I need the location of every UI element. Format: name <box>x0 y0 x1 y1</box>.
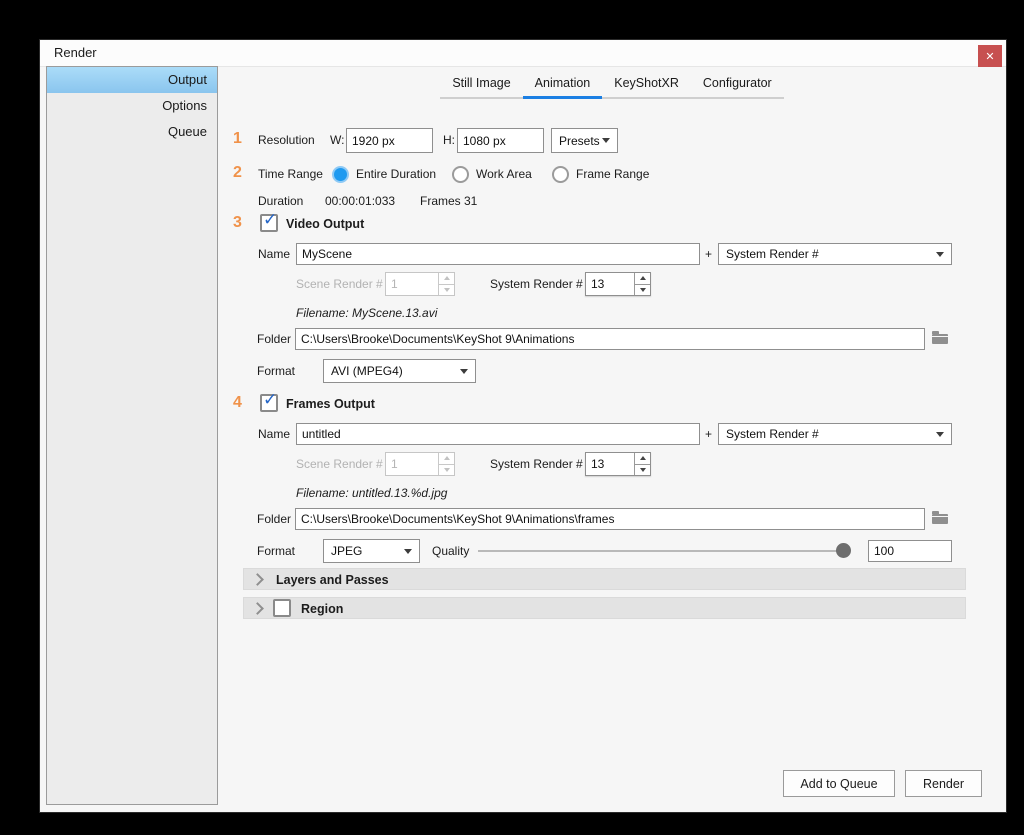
frames-scene-render-spinner <box>385 452 455 476</box>
chevron-down-icon <box>602 138 610 143</box>
step-number-1: 1 <box>233 128 242 150</box>
frames-name-input[interactable] <box>296 423 700 445</box>
layers-and-passes-section[interactable]: Layers and Passes <box>243 568 966 590</box>
video-folder-input[interactable] <box>295 328 925 350</box>
close-button[interactable]: ✕ <box>978 45 1002 67</box>
quality-slider-track[interactable] <box>478 550 848 552</box>
region-label: Region <box>301 598 343 620</box>
video-browse-folder-button[interactable] <box>931 329 951 347</box>
video-folder-label: Folder <box>257 328 291 350</box>
radio-work-area-label[interactable]: Work Area <box>476 163 532 185</box>
frames-value: 31 <box>464 190 477 212</box>
width-input[interactable] <box>346 128 433 153</box>
radio-frame-range-label[interactable]: Frame Range <box>576 163 649 185</box>
chevron-right-icon <box>251 602 264 615</box>
sidebar: Output Options Queue <box>46 66 218 805</box>
tab-configurator[interactable]: Configurator <box>691 76 784 97</box>
frames-folder-label: Folder <box>257 508 291 530</box>
chevron-down-icon <box>936 252 944 257</box>
spin-down-icon[interactable] <box>635 465 650 476</box>
chevron-right-icon <box>251 573 264 586</box>
frames-system-render-label: System Render # <box>490 453 583 475</box>
radio-entire-duration-label[interactable]: Entire Duration <box>356 163 436 185</box>
add-to-queue-button[interactable]: Add to Queue <box>783 770 895 797</box>
quality-slider-handle[interactable] <box>836 543 851 558</box>
tab-still-image[interactable]: Still Image <box>440 76 522 97</box>
frames-plus-label: + <box>705 423 712 445</box>
layers-and-passes-label: Layers and Passes <box>276 569 389 591</box>
frames-suffix-dropdown[interactable]: System Render # <box>718 423 952 445</box>
chevron-down-icon <box>460 369 468 374</box>
window-title: Render <box>54 40 97 66</box>
video-name-label: Name <box>258 243 290 265</box>
spin-down-icon[interactable] <box>635 285 650 296</box>
duration-label: Duration <box>258 190 303 212</box>
frames-folder-input[interactable] <box>295 508 925 530</box>
spin-up-icon <box>439 453 454 465</box>
sidebar-item-options[interactable]: Options <box>47 93 217 119</box>
video-suffix-dropdown[interactable]: System Render # <box>718 243 952 265</box>
tab-keyshotxr[interactable]: KeyShotXR <box>602 76 691 97</box>
tab-bar: Still Image Animation KeyShotXR Configur… <box>218 76 1006 99</box>
video-plus-label: + <box>705 243 712 265</box>
video-format-dropdown[interactable]: AVI (MPEG4) <box>323 359 476 383</box>
radio-entire-duration[interactable] <box>332 166 349 183</box>
render-button[interactable]: Render <box>905 770 982 797</box>
frames-filename-preview: Filename: untitled.13.%d.jpg <box>296 482 447 504</box>
radio-frame-range[interactable] <box>552 166 569 183</box>
title-bar: Render ✕ <box>40 40 1006 67</box>
video-output-title: Video Output <box>286 213 364 235</box>
close-icon: ✕ <box>985 50 994 63</box>
frames-browse-folder-button[interactable] <box>931 509 951 527</box>
region-section[interactable]: Region <box>243 597 966 619</box>
height-label: H: <box>443 129 455 151</box>
folder-icon <box>932 514 948 524</box>
spin-up-icon <box>439 273 454 285</box>
step-number-4: 4 <box>233 392 242 414</box>
sidebar-item-output[interactable]: Output <box>47 67 217 93</box>
video-filename-preview: Filename: MyScene.13.avi <box>296 302 437 324</box>
video-system-render-spinner[interactable] <box>585 272 651 296</box>
video-output-checkbox[interactable] <box>260 214 278 232</box>
frames-output-checkbox[interactable] <box>260 394 278 412</box>
video-format-label: Format <box>257 360 295 382</box>
width-label: W: <box>330 129 344 151</box>
spin-down-icon <box>439 465 454 476</box>
region-checkbox[interactable] <box>273 599 291 617</box>
video-name-input[interactable] <box>296 243 700 265</box>
video-scene-render-spinner <box>385 272 455 296</box>
frames-name-label: Name <box>258 423 290 445</box>
render-dialog: Render ✕ Output Options Queue Still Imag… <box>40 40 1006 812</box>
height-input[interactable] <box>457 128 544 153</box>
duration-value: 00:00:01:033 <box>325 190 395 212</box>
frames-system-render-spinner[interactable] <box>585 452 651 476</box>
spin-up-icon[interactable] <box>635 453 650 465</box>
resolution-label: Resolution <box>258 129 315 151</box>
chevron-down-icon <box>936 432 944 437</box>
folder-icon <box>932 334 948 344</box>
quality-value-input[interactable] <box>868 540 952 562</box>
radio-work-area[interactable] <box>452 166 469 183</box>
time-range-label: Time Range <box>258 163 323 185</box>
video-scene-render-label: Scene Render # <box>296 273 383 295</box>
frames-label: Frames <box>420 190 461 212</box>
step-number-2: 2 <box>233 162 242 184</box>
chevron-down-icon <box>404 549 412 554</box>
sidebar-item-queue[interactable]: Queue <box>47 119 217 145</box>
frames-format-label: Format <box>257 540 295 562</box>
quality-label: Quality <box>432 540 469 562</box>
step-number-3: 3 <box>233 212 242 234</box>
spin-up-icon[interactable] <box>635 273 650 285</box>
frames-scene-render-label: Scene Render # <box>296 453 383 475</box>
frames-output-title: Frames Output <box>286 393 375 415</box>
tab-animation[interactable]: Animation <box>523 76 603 97</box>
frames-format-dropdown[interactable]: JPEG <box>323 539 420 563</box>
presets-dropdown[interactable]: Presets <box>551 128 618 153</box>
spin-down-icon <box>439 285 454 296</box>
video-system-render-label: System Render # <box>490 273 583 295</box>
